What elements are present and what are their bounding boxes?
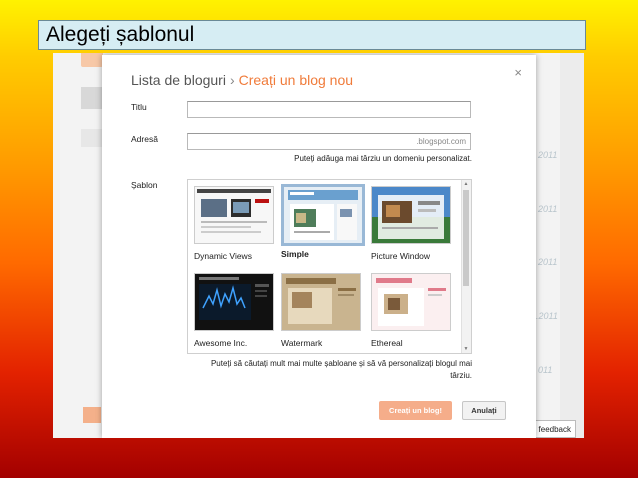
template-name: Picture Window (371, 251, 431, 261)
more-templates-text: Puteți să căutați mult mai multe șabloan… (210, 359, 472, 380)
template-label: Șablon (131, 180, 158, 190)
breadcrumb-separator: › (229, 72, 235, 88)
template-simple[interactable]: Simple (281, 184, 365, 259)
scroll-down-icon[interactable]: ▼ (463, 346, 469, 352)
template-thumbnail (194, 273, 274, 331)
template-thumbnail (281, 273, 361, 331)
close-icon[interactable]: × (514, 65, 522, 80)
template-name: Simple (281, 249, 309, 259)
blogger-screenshot: 2011 2011 2011 2.2011 011 i feedback × L… (53, 53, 584, 438)
breadcrumb: Lista de bloguri › Creați un blog nou (131, 72, 353, 88)
slide-title: Alegeți șablonul (38, 20, 586, 50)
cancel-button[interactable]: Anulați (462, 401, 506, 420)
avatar (81, 87, 103, 109)
scroll-up-icon[interactable]: ▲ (463, 181, 469, 187)
address-label: Adresă (131, 134, 158, 144)
template-gallery: Dynamic Views Simple Picture Window Awes… (187, 179, 472, 354)
feedback-button[interactable]: i feedback (531, 420, 576, 438)
template-scrollbar[interactable]: ▲ ▼ (461, 180, 471, 353)
domain-hint: Puteți adăuga mai târziu un domeniu pers… (294, 154, 472, 163)
breadcrumb-current: Creați un blog nou (238, 72, 354, 88)
scrollbar-thumb[interactable] (463, 190, 469, 286)
template-awesome-inc[interactable]: Awesome Inc. (194, 273, 276, 348)
background-date: 2011 (538, 204, 558, 214)
template-picture-window[interactable]: Picture Window (371, 186, 453, 261)
template-ethereal[interactable]: Ethereal (371, 273, 453, 348)
template-name: Ethereal (371, 338, 403, 348)
template-name: Awesome Inc. (194, 338, 248, 348)
background-date: 2011 (538, 257, 558, 267)
template-thumbnail (371, 186, 451, 244)
create-blog-button[interactable]: Creați un blog! (379, 401, 452, 420)
background-button (83, 407, 101, 423)
template-name: Watermark (281, 338, 323, 348)
address-input[interactable]: .blogspot.com (187, 133, 471, 150)
awesome-inc-preview (195, 274, 273, 330)
ethereal-preview (372, 274, 450, 330)
template-watermark[interactable]: Watermark (281, 273, 363, 348)
simple-preview (284, 187, 362, 243)
title-label: Titlu (131, 102, 147, 112)
template-thumbnail (371, 273, 451, 331)
template-thumbnail (194, 186, 274, 244)
watermark-preview (282, 274, 360, 330)
picture-window-preview (372, 187, 450, 243)
background-date: 2011 (538, 150, 558, 160)
dynamic-views-preview (195, 187, 273, 243)
background-date: 011 (538, 365, 553, 375)
breadcrumb-blog-list[interactable]: Lista de bloguri (131, 72, 226, 88)
blogger-logo (81, 53, 103, 67)
address-suffix: .blogspot.com (416, 137, 466, 146)
title-input[interactable] (187, 101, 471, 118)
template-thumbnail (281, 184, 365, 246)
background-right-panel (560, 53, 584, 438)
template-name: Dynamic Views (194, 251, 252, 261)
create-blog-dialog: × Lista de bloguri › Creați un blog nou Ti… (102, 55, 536, 438)
template-dynamic-views[interactable]: Dynamic Views (194, 186, 276, 261)
